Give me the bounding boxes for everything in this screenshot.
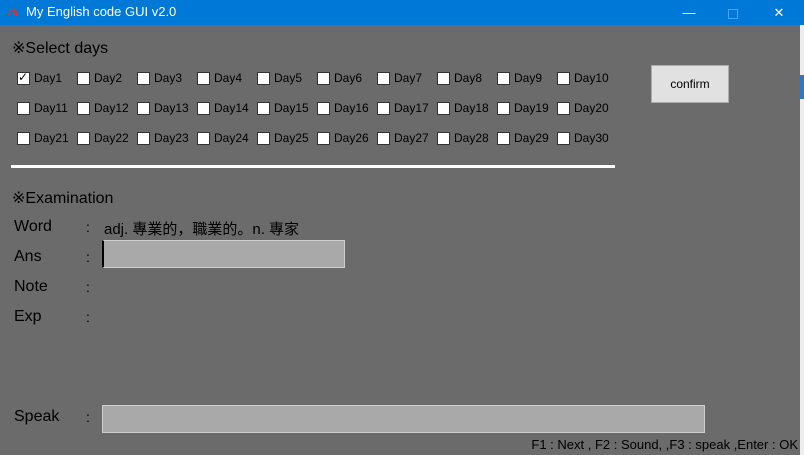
day-label: Day5	[274, 71, 303, 85]
day-label: Day2	[94, 71, 123, 85]
note-colon: :	[86, 279, 90, 295]
checkbox-box[interactable]	[17, 102, 30, 115]
checkbox-box[interactable]	[317, 102, 330, 115]
day-label: Day27	[394, 131, 429, 145]
day-label: Day9	[514, 71, 543, 85]
day-label: Day20	[574, 101, 609, 115]
shortcut-hint: F1 : Next , F2 : Sound, ,F3 : speak ,Ent…	[531, 437, 798, 452]
checkbox-box[interactable]	[557, 132, 570, 145]
checkbox-box[interactable]	[557, 72, 570, 85]
checkbox-box[interactable]	[437, 132, 450, 145]
checkbox-box[interactable]	[377, 132, 390, 145]
word-value: adj. 專業的，職業的。n. 專家	[104, 221, 300, 238]
checkbox-box[interactable]	[437, 102, 450, 115]
speak-label: Speak	[14, 408, 60, 425]
checkbox-box[interactable]	[77, 72, 90, 85]
checkbox-box[interactable]	[437, 72, 450, 85]
close-button[interactable]: ✕	[756, 0, 802, 25]
confirm-button[interactable]: confirm	[651, 65, 729, 103]
day-label: Day24	[214, 131, 249, 145]
day-label: Day18	[454, 101, 489, 115]
window-title: My English code GUI v2.0	[26, 4, 177, 19]
day-label: Day28	[454, 131, 489, 145]
checkbox-box[interactable]	[257, 102, 270, 115]
tk-feather-icon: Tk	[5, 5, 21, 19]
note-label: Note	[14, 278, 48, 295]
day-label: Day15	[274, 101, 309, 115]
checkbox-box[interactable]	[377, 72, 390, 85]
checkbox-box[interactable]	[197, 132, 210, 145]
day-label: Day23	[154, 131, 189, 145]
word-label: Word	[14, 218, 52, 235]
checkbox-box[interactable]	[377, 102, 390, 115]
minimize-button[interactable]: —	[666, 0, 712, 25]
svg-text:Tk: Tk	[6, 7, 19, 19]
day-label: Day16	[334, 101, 369, 115]
day-label: Day26	[334, 131, 369, 145]
day-label: Day13	[154, 101, 189, 115]
day-label: Day3	[154, 71, 183, 85]
checkbox-box[interactable]	[17, 132, 30, 145]
checkbox-box[interactable]	[257, 72, 270, 85]
right-edge-bar	[800, 25, 804, 455]
checkbox-box[interactable]	[317, 72, 330, 85]
checkbox-box[interactable]	[497, 132, 510, 145]
day-label: Day19	[514, 101, 549, 115]
checkbox-box[interactable]	[137, 72, 150, 85]
day-label: Day25	[274, 131, 309, 145]
section-divider	[11, 165, 615, 168]
checkbox-box[interactable]	[317, 132, 330, 145]
day-label: Day10	[574, 71, 609, 85]
title-bar: Tk My English code GUI v2.0 — ✕	[0, 0, 804, 25]
checkbox-box[interactable]	[77, 102, 90, 115]
checkbox-box[interactable]	[497, 72, 510, 85]
speak-input[interactable]	[102, 405, 705, 433]
day-label: Day1	[34, 71, 63, 85]
ans-colon: :	[86, 249, 90, 265]
day-label: Day29	[514, 131, 549, 145]
exp-colon: :	[86, 309, 90, 325]
checkbox-box[interactable]	[137, 102, 150, 115]
checkbox-box[interactable]	[497, 102, 510, 115]
select-days-heading: ※Select days	[12, 40, 109, 57]
day-label: Day7	[394, 71, 423, 85]
day-label: Day30	[574, 131, 609, 145]
checkbox-box[interactable]: ✓	[17, 70, 30, 85]
examination-heading: ※Examination	[12, 190, 114, 207]
speak-colon: :	[86, 409, 90, 425]
answer-input[interactable]	[102, 240, 345, 268]
maximize-button[interactable]	[710, 0, 756, 25]
checkbox-box[interactable]	[557, 102, 570, 115]
day-label: Day12	[94, 101, 129, 115]
word-colon: :	[86, 219, 90, 235]
day-label: Day14	[214, 101, 249, 115]
day-label: Day8	[454, 71, 483, 85]
exp-label: Exp	[14, 308, 42, 325]
checkmark-icon: ✓	[18, 70, 29, 84]
checkbox-box[interactable]	[137, 132, 150, 145]
day-label: Day4	[214, 71, 243, 85]
day-label: Day17	[394, 101, 429, 115]
day-label: Day21	[34, 131, 69, 145]
checkbox-box[interactable]	[257, 132, 270, 145]
day-label: Day11	[34, 101, 68, 115]
checkbox-box[interactable]	[197, 102, 210, 115]
checkbox-box[interactable]	[77, 132, 90, 145]
checkbox-box[interactable]	[197, 72, 210, 85]
day-label: Day22	[94, 131, 129, 145]
day-label: Day6	[334, 71, 363, 85]
ans-label: Ans	[14, 248, 42, 265]
